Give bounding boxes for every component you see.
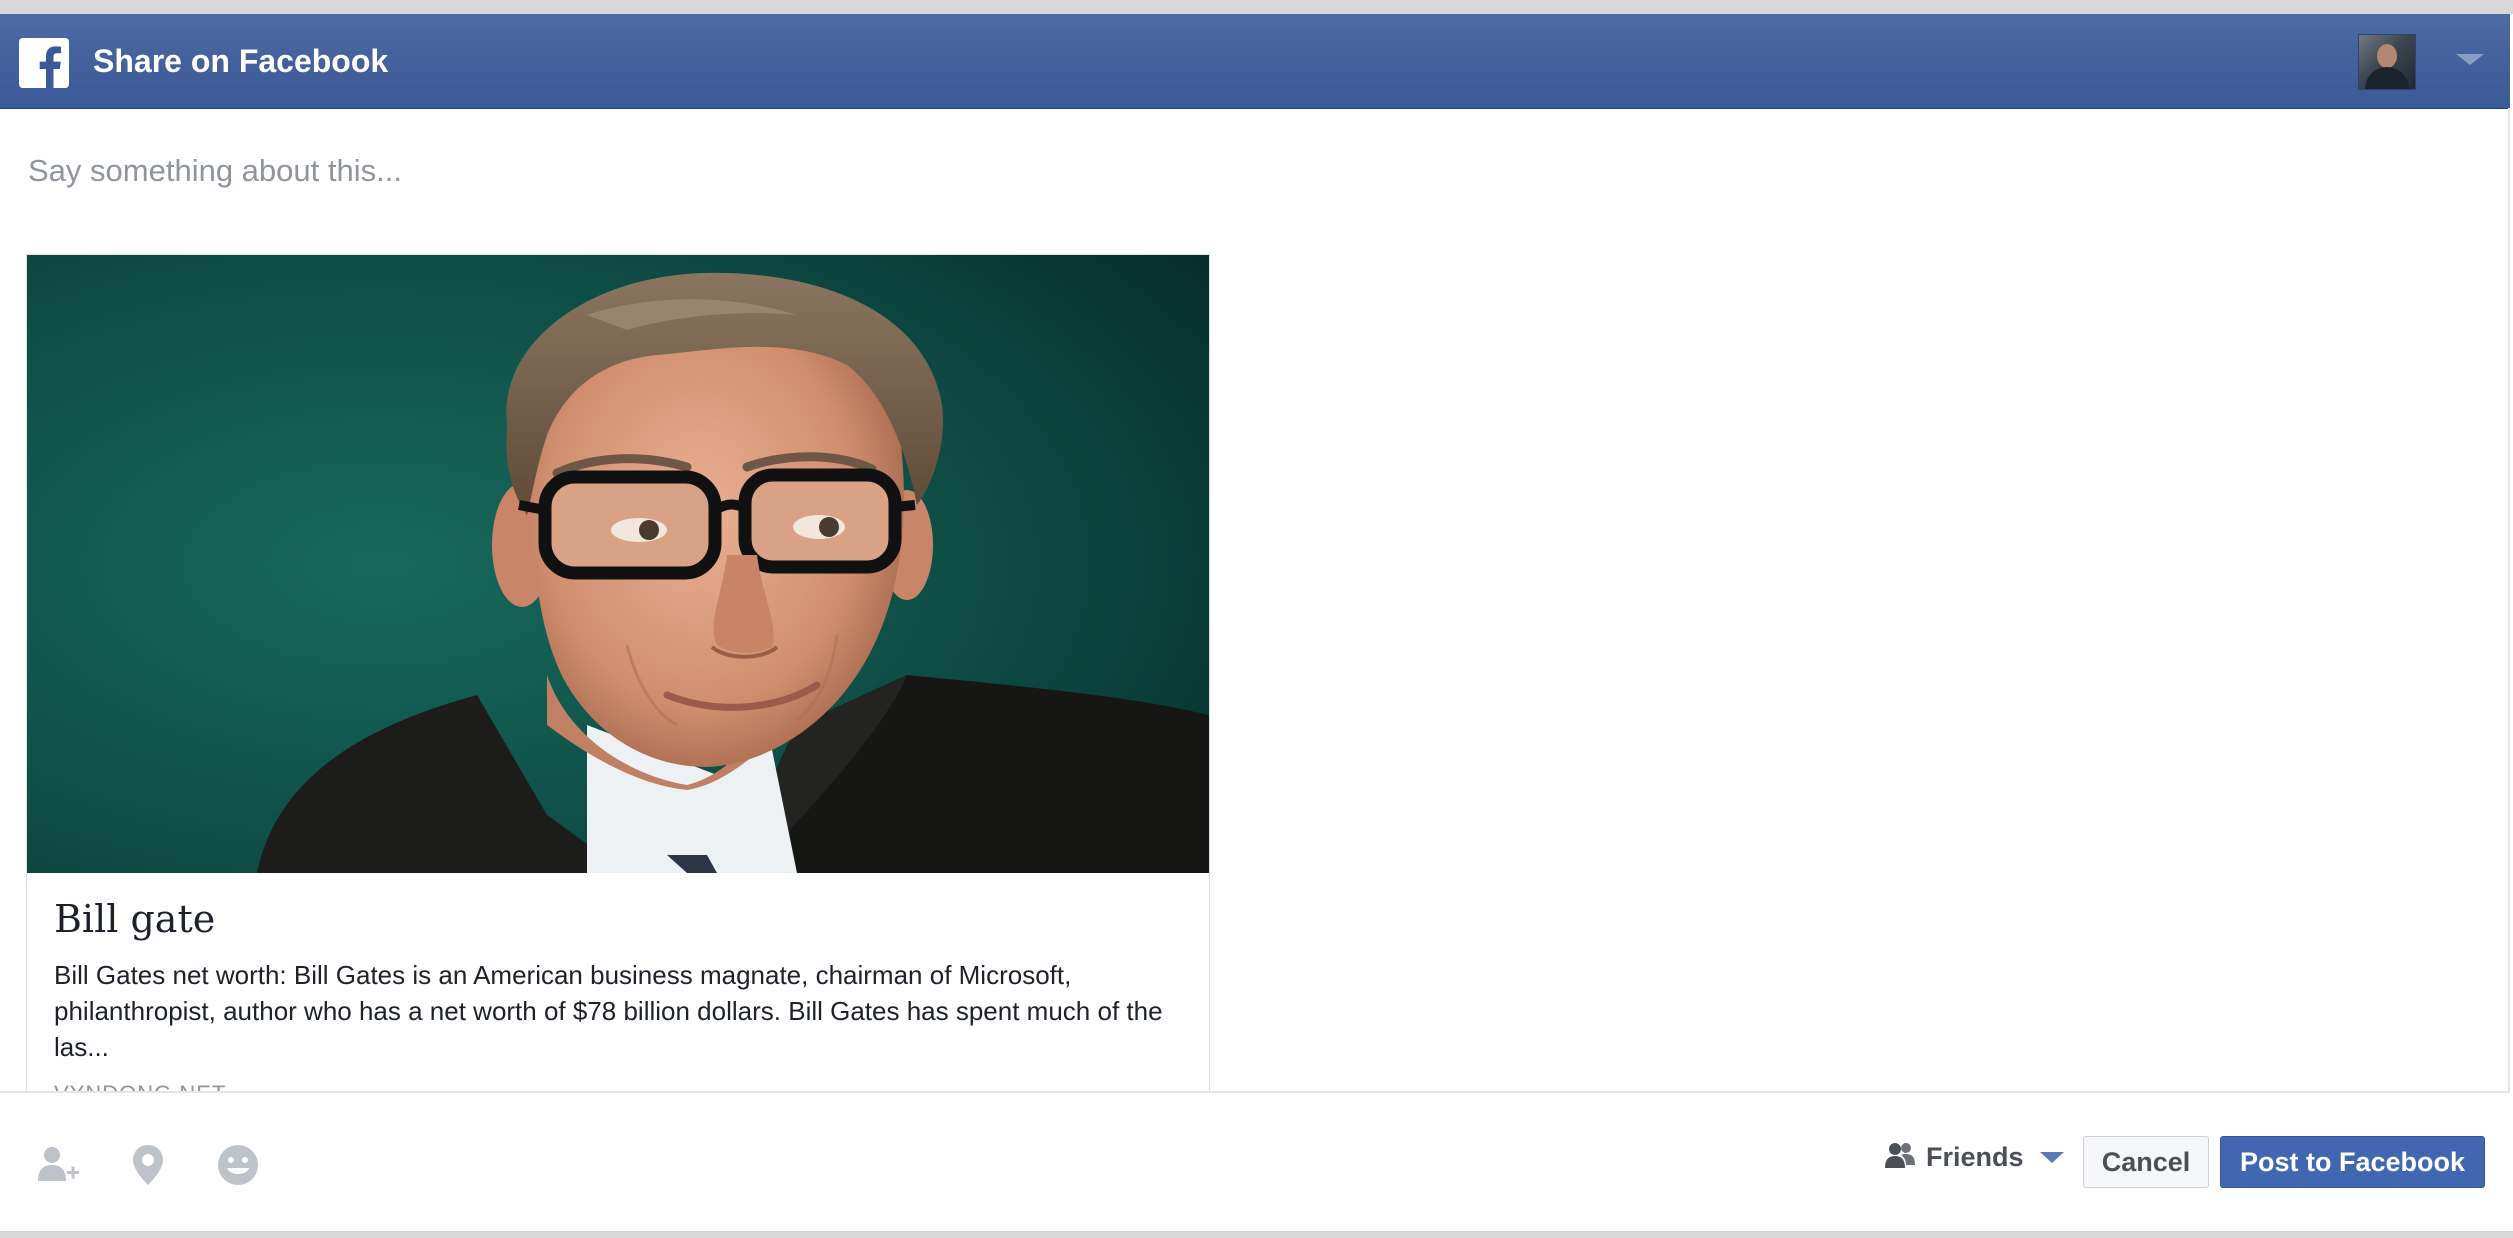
preview-image xyxy=(27,255,1209,873)
caret-down-icon xyxy=(2039,1151,2064,1163)
caret-down-icon[interactable] xyxy=(2456,54,2484,65)
preview-title[interactable]: Bill gate xyxy=(54,897,215,941)
status-message-input[interactable] xyxy=(28,146,1228,196)
preview-description: Bill Gates net worth: Bill Gates is an A… xyxy=(54,960,1163,1062)
audience-label: Friends xyxy=(1926,1141,2024,1172)
feeling-emoji-icon[interactable] xyxy=(214,1141,262,1189)
link-preview-card[interactable]: Bill gate Bill Gates net worth: Bill Gat… xyxy=(26,254,1210,1092)
avatar-shoulders xyxy=(2365,67,2409,89)
tag-friends-icon[interactable] xyxy=(34,1141,82,1189)
user-avatar[interactable] xyxy=(2358,34,2416,90)
dialog-header: Share on Facebook xyxy=(0,14,2510,109)
avatar-face xyxy=(2377,44,2397,68)
post-to-facebook-button[interactable]: Post to Facebook xyxy=(2220,1136,2485,1188)
dialog-right-border xyxy=(2508,108,2510,1091)
dialog-footer: Friends Cancel Post to Facebook xyxy=(0,1091,2510,1233)
window-top-edge xyxy=(0,0,2513,14)
facebook-logo-icon xyxy=(19,38,69,88)
audience-selector[interactable]: Friends xyxy=(1884,1135,2064,1179)
location-pin-icon[interactable] xyxy=(124,1141,172,1189)
friends-icon xyxy=(1884,1140,1916,1175)
cancel-button[interactable]: Cancel xyxy=(2083,1136,2209,1188)
dialog-title: Share on Facebook xyxy=(93,43,389,79)
window-bottom-edge xyxy=(0,1231,2513,1238)
